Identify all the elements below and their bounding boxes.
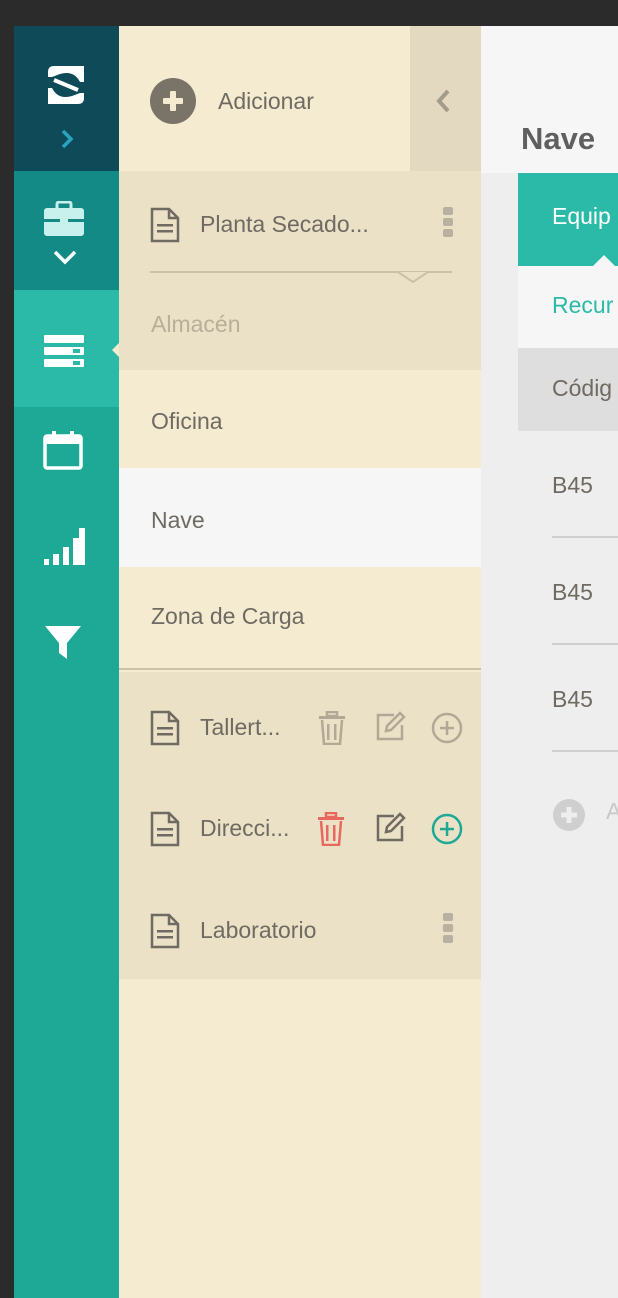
tree-node-laboratorio[interactable]: Laboratorio bbox=[119, 907, 481, 957]
add-circle-icon[interactable] bbox=[552, 798, 586, 832]
tab-equip[interactable]: Equip bbox=[518, 173, 618, 266]
rail-logo-section[interactable] bbox=[14, 26, 119, 171]
edit-icon[interactable] bbox=[374, 812, 406, 844]
table-cell[interactable]: B45 bbox=[552, 686, 593, 713]
trash-icon[interactable] bbox=[318, 711, 346, 745]
icon-rail bbox=[14, 26, 120, 1298]
divider-notch bbox=[398, 271, 428, 283]
tree-header: Adicionar bbox=[119, 26, 481, 171]
document-icon bbox=[150, 811, 180, 847]
tree-item-label: Oficina bbox=[151, 408, 223, 434]
add-circle-icon[interactable] bbox=[431, 813, 463, 845]
tab-caret bbox=[593, 255, 615, 266]
document-icon bbox=[150, 913, 180, 949]
rail-list-section[interactable] bbox=[14, 290, 120, 407]
chevron-right-icon[interactable] bbox=[60, 128, 74, 150]
list-icon bbox=[44, 335, 84, 367]
edit-icon[interactable] bbox=[374, 711, 406, 743]
page-title: Nave bbox=[521, 121, 596, 156]
table-cell[interactable]: B45 bbox=[552, 579, 593, 606]
tree-group-others: Tallert... Direcci... Laboratorio bbox=[119, 672, 481, 979]
main-header: Nave bbox=[481, 26, 618, 173]
table-cell[interactable]: B45 bbox=[552, 472, 593, 499]
trash-icon[interactable] bbox=[317, 812, 345, 846]
tab-recur[interactable]: Recur bbox=[518, 266, 618, 349]
add-button[interactable]: Adicionar bbox=[150, 78, 314, 124]
document-icon bbox=[150, 710, 180, 746]
kebab-icon[interactable] bbox=[443, 207, 455, 240]
row-divider bbox=[552, 536, 618, 538]
tree-node-label: Tallert... bbox=[200, 714, 281, 740]
add-row-label[interactable]: A bbox=[606, 798, 618, 825]
tree-item-zona-de-carga[interactable]: Zona de Carga bbox=[119, 567, 481, 670]
collapse-panel-button[interactable] bbox=[410, 26, 481, 171]
tree-item-oficina[interactable]: Oficina bbox=[119, 370, 481, 468]
filter-icon[interactable] bbox=[43, 623, 83, 663]
main-content: Nave Equip Recur Códig B45 B45 B45 A bbox=[481, 26, 618, 1298]
add-circle-icon[interactable] bbox=[431, 712, 463, 744]
tree-panel: Adicionar Planta Secado... Almacén Ofici… bbox=[119, 26, 481, 1298]
tree-item-disabled: Almacén bbox=[151, 311, 241, 337]
calendar-icon[interactable] bbox=[43, 430, 83, 470]
rail-briefcase-section[interactable] bbox=[14, 171, 119, 290]
logo-icon bbox=[48, 66, 84, 104]
column-header-codigo: Códig bbox=[552, 375, 613, 401]
tree-node-label: Laboratorio bbox=[200, 917, 317, 943]
tab-label: Equip bbox=[552, 203, 611, 229]
signal-icon[interactable] bbox=[43, 526, 85, 566]
document-icon bbox=[150, 207, 180, 243]
tree-item-label: Zona de Carga bbox=[151, 603, 305, 629]
tree-node-tallert[interactable]: Tallert... bbox=[119, 704, 481, 754]
app-window: Adicionar Planta Secado... Almacén Ofici… bbox=[14, 26, 618, 1298]
briefcase-icon bbox=[44, 201, 84, 236]
add-button-label: Adicionar bbox=[218, 87, 314, 114]
table-header: Códig bbox=[518, 348, 618, 431]
chevron-left-icon bbox=[436, 89, 450, 113]
tree-item-nave[interactable]: Nave bbox=[119, 468, 481, 567]
tree-node-planta[interactable]: Planta Secado... bbox=[119, 201, 481, 251]
tree-node-label: Planta Secado... bbox=[200, 211, 369, 237]
add-circle-icon bbox=[150, 78, 196, 124]
tab-label: Recur bbox=[552, 292, 614, 318]
row-divider bbox=[552, 643, 618, 645]
tree-node-direcci[interactable]: Direcci... bbox=[119, 805, 481, 855]
tree-node-label: Direcci... bbox=[200, 815, 290, 841]
kebab-icon[interactable] bbox=[443, 913, 455, 946]
chevron-down-icon[interactable] bbox=[52, 249, 78, 265]
tree-group-planta: Planta Secado... Almacén bbox=[119, 171, 481, 370]
tree-item-label: Nave bbox=[151, 507, 205, 533]
row-divider bbox=[552, 750, 618, 752]
